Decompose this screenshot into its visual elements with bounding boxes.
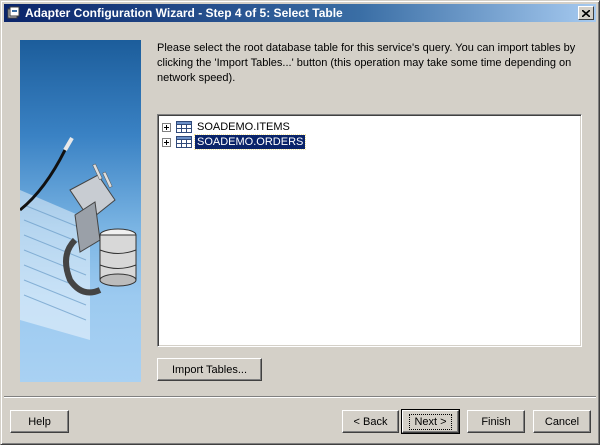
window-title: Adapter Configuration Wizard - Step 4 of… xyxy=(25,6,343,20)
close-icon xyxy=(582,9,590,17)
back-button[interactable]: < Back xyxy=(342,410,399,433)
finish-label: Finish xyxy=(481,415,511,428)
instruction-text: Please select the root database table fo… xyxy=(157,42,576,84)
wizard-window: Adapter Configuration Wizard - Step 4 of… xyxy=(0,0,600,445)
table-tree[interactable]: SOADEMO.ITEMS SOADEMO.ORDERS xyxy=(157,114,582,347)
next-label: Next > xyxy=(409,413,452,430)
cancel-button[interactable]: Cancel xyxy=(533,410,591,433)
back-label: < Back xyxy=(353,415,388,428)
next-button[interactable]: Next > xyxy=(401,409,460,434)
adapter-plug-illustration xyxy=(20,136,137,340)
expand-plus-icon[interactable] xyxy=(162,122,171,132)
close-button[interactable] xyxy=(578,6,594,20)
tree-item[interactable]: SOADEMO.ORDERS xyxy=(162,134,307,150)
button-bar-separator xyxy=(4,396,596,398)
help-button[interactable]: Help xyxy=(10,410,69,433)
finish-button[interactable]: Finish xyxy=(467,410,525,433)
expand-plus-icon[interactable] xyxy=(162,137,171,147)
table-icon xyxy=(176,121,192,133)
adapter-wizard-icon xyxy=(7,6,20,19)
cancel-label: Cancel xyxy=(544,415,580,428)
table-icon xyxy=(176,136,192,148)
help-label: Help xyxy=(28,415,51,428)
tree-item-label[interactable]: SOADEMO.ORDERS xyxy=(193,134,307,150)
import-tables-label: Import Tables... xyxy=(172,363,247,376)
tree-item-label[interactable]: SOADEMO.ITEMS xyxy=(195,120,292,134)
wizard-banner-image xyxy=(20,40,141,382)
import-tables-button[interactable]: Import Tables... xyxy=(157,358,262,381)
title-bar[interactable]: Adapter Configuration Wizard - Step 4 of… xyxy=(4,4,596,22)
tree-item[interactable]: SOADEMO.ITEMS xyxy=(162,119,292,135)
